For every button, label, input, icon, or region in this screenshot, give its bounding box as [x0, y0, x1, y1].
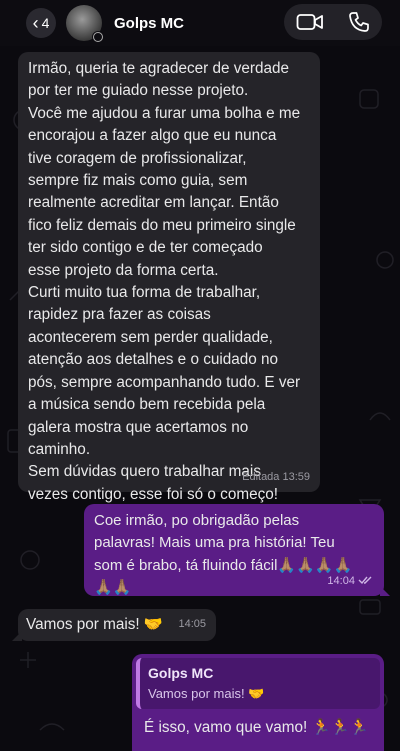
message-line: atenção aos detalhes e o cuidado no: [28, 351, 279, 369]
message-line: tive coragem de profissionalizar,: [28, 149, 247, 167]
message-line: Irmão, queria te agradecer de verdade: [28, 60, 290, 77]
back-button[interactable]: ‹ 4: [26, 8, 56, 38]
contact-name[interactable]: Golps MC: [114, 15, 184, 32]
message-line: galera mostra que acertamos no: [28, 418, 249, 436]
message-line: pós, sempre acompanhando tudo. E ver: [28, 373, 301, 391]
message-line: Curti muito tua forma de trabalhar,: [28, 284, 261, 302]
message-line: esse projeto da forma certa.: [28, 261, 219, 279]
message-timestamp: 14:04: [327, 570, 374, 592]
message-outgoing[interactable]: Coe irmão, po obrigadão pelas palavras! …: [84, 504, 390, 596]
message-line: ter sido contigo e de ter começado: [28, 239, 263, 257]
phone-icon[interactable]: [348, 11, 370, 33]
message-line: caminho.: [28, 440, 91, 458]
message-line: encorajou a fazer algo que eu nunca: [28, 127, 277, 145]
message-line: realmente acreditar em lançar. Então: [28, 194, 279, 212]
message-line: a música sendo bem recebida pela: [28, 396, 266, 414]
bubble-tail: [380, 586, 390, 596]
bubble-tail: [12, 631, 22, 641]
message-time: 14:04: [327, 574, 355, 587]
avatar[interactable]: [66, 5, 104, 43]
call-actions: [284, 4, 382, 40]
message-timestamp: 14:05: [178, 617, 206, 630]
message-line: fico feliz demais do meu primeiro single: [28, 216, 296, 234]
message-outgoing[interactable]: Golps MC Vamos por mais! 🤝 É isso, vamo …: [132, 654, 384, 751]
message-timestamp: Editada 13:59: [242, 470, 310, 483]
chevron-left-icon: ‹: [32, 13, 39, 33]
status-icon: [92, 31, 104, 43]
video-call-icon[interactable]: [296, 12, 324, 32]
read-receipt-icon: [358, 576, 372, 584]
message-line: sempre fiz mais como guia, sem: [28, 172, 248, 190]
quoted-message[interactable]: Golps MC Vamos por mais! 🤝: [136, 658, 380, 709]
chat-header: ‹ 4 Golps MC: [0, 0, 400, 46]
message-line: rapidez pra fazer as coisas: [28, 306, 211, 324]
message-line: acontecerem sem perder qualidade,: [28, 328, 273, 346]
message-line: Coe irmão, po obrigadão pelas: [94, 512, 300, 529]
quoted-sender: Golps MC: [148, 665, 214, 681]
unread-count: 4: [41, 15, 50, 31]
message-text: Irmão, queria te agradecer de verdade po…: [28, 58, 310, 506]
message-line: por ter me guiado nesse projeto.: [28, 82, 249, 100]
message-text: Vamos por mais! 🤝: [26, 616, 163, 633]
message-incoming[interactable]: Irmão, queria te agradecer de verdade po…: [18, 52, 320, 503]
message-incoming[interactable]: Vamos por mais! 🤝 14:05: [12, 609, 216, 641]
message-line: Você me ajudou a furar uma bolha e me: [28, 104, 301, 122]
message-line: palavras! Mais uma pra história! Teu: [94, 534, 335, 552]
message-text: É isso, vamo que vamo! 🏃🏃🏃: [144, 719, 369, 736]
quoted-text: Vamos por mais! 🤝: [148, 686, 265, 701]
